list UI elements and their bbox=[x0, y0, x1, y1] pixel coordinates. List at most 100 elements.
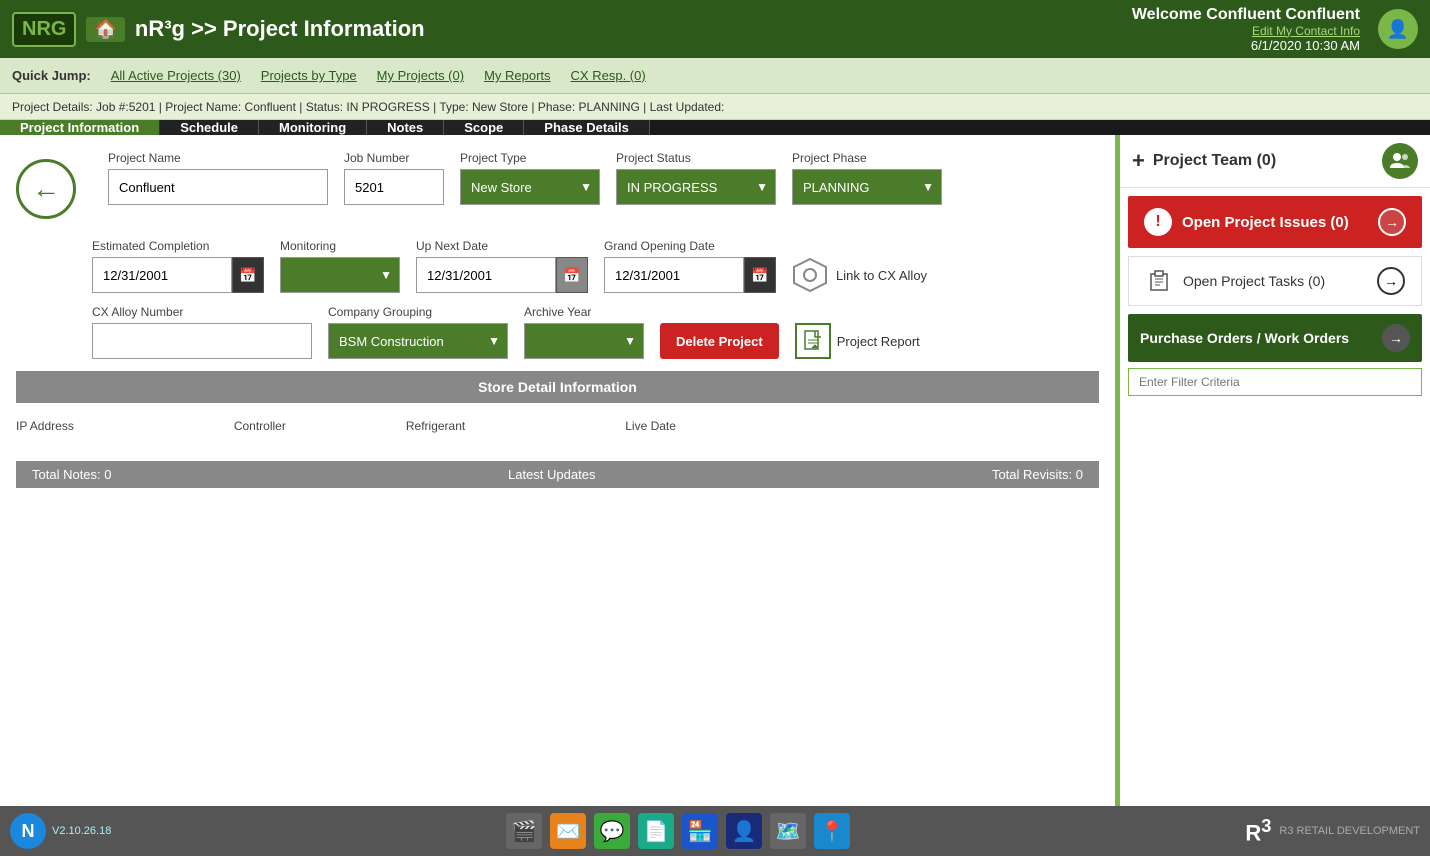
add-team-member-button[interactable]: + bbox=[1132, 148, 1145, 174]
up-next-date-label: Up Next Date bbox=[416, 239, 588, 253]
header-user-info: Welcome Confluent Confluent Edit My Cont… bbox=[1132, 6, 1360, 53]
project-name-input[interactable] bbox=[108, 169, 328, 205]
notes-bar: Total Notes: 0 Latest Updates Total Revi… bbox=[16, 461, 1099, 488]
nav-by-type[interactable]: Projects by Type bbox=[261, 68, 357, 83]
project-details-bar: Project Details: Job #:5201 | Project Na… bbox=[0, 94, 1430, 120]
project-status-group: Project Status IN PROGRESS COMPLETE ON H… bbox=[616, 151, 776, 205]
home-icon: 🏠 bbox=[94, 19, 116, 39]
project-phase-select[interactable]: PLANNING DESIGN CONSTRUCTION bbox=[792, 169, 942, 205]
po-header: Purchase Orders / Work Orders → bbox=[1128, 314, 1422, 362]
project-report-label: Project Report bbox=[837, 334, 920, 349]
project-report-icon bbox=[795, 323, 831, 359]
archive-year-select[interactable]: 2020 2021 bbox=[524, 323, 644, 359]
monitoring-select-wrapper: Option 1 ▼ bbox=[280, 257, 400, 293]
grand-opening-calendar-btn[interactable]: 📅 bbox=[744, 257, 776, 293]
tabs-container: Project Information Schedule Monitoring … bbox=[0, 120, 1430, 135]
issues-exclamation-icon: ! bbox=[1144, 208, 1172, 236]
project-status-select[interactable]: IN PROGRESS COMPLETE ON HOLD bbox=[616, 169, 776, 205]
estimated-completion-input[interactable] bbox=[92, 257, 232, 293]
controller-label: Controller bbox=[234, 419, 286, 433]
tab-project-information[interactable]: Project Information bbox=[0, 120, 160, 135]
retail-dev-label: R3 RETAIL DEVELOPMENT bbox=[1279, 825, 1420, 837]
monitoring-select[interactable]: Option 1 bbox=[280, 257, 400, 293]
up-next-date-input[interactable] bbox=[416, 257, 556, 293]
po-arrow-icon[interactable]: → bbox=[1382, 324, 1410, 352]
content-area: ← Project Name Job Number Project Type N… bbox=[0, 135, 1430, 806]
tab-phase-details[interactable]: Phase Details bbox=[524, 120, 650, 135]
nav-all-active[interactable]: All Active Projects (30) bbox=[111, 68, 241, 83]
open-project-issues-button[interactable]: ! Open Project Issues (0) → bbox=[1128, 196, 1422, 248]
tab-label-project-information: Project Information bbox=[20, 120, 139, 135]
taskbar-icon-document[interactable]: 📄 bbox=[638, 813, 674, 849]
tasks-clipboard-icon bbox=[1145, 267, 1173, 295]
store-detail-row: IP Address Controller Refrigerant Live D… bbox=[16, 411, 1099, 441]
datetime: 6/1/2020 10:30 AM bbox=[1132, 38, 1360, 53]
taskbar-icon-store[interactable]: 🏪 bbox=[682, 813, 718, 849]
project-details-text: Project Details: Job #:5201 | Project Na… bbox=[12, 100, 724, 114]
nav-cx-resp[interactable]: CX Resp. (0) bbox=[571, 68, 646, 83]
po-label: Purchase Orders / Work Orders bbox=[1140, 330, 1349, 346]
form-row-1: ← Project Name Job Number Project Type N… bbox=[16, 151, 1099, 227]
archive-year-label: Archive Year bbox=[524, 305, 644, 319]
job-number-input[interactable] bbox=[344, 169, 444, 205]
taskbar-right: R3 R3 RETAIL DEVELOPMENT bbox=[1245, 815, 1420, 846]
open-project-issues-label: Open Project Issues (0) bbox=[1182, 214, 1368, 231]
delete-project-button[interactable]: Delete Project bbox=[660, 323, 779, 359]
taskbar-icon-chat[interactable]: 💬 bbox=[594, 813, 630, 849]
taskbar-icon-location[interactable]: 📍 bbox=[814, 813, 850, 849]
project-type-select-wrapper: New Store Remodel Service ▼ bbox=[460, 169, 600, 205]
link-cx-alloy-label: Link to CX Alloy bbox=[836, 268, 927, 283]
app-header: NRG 🏠 nR³g >> Project Information Welcom… bbox=[0, 0, 1430, 58]
tab-label-schedule: Schedule bbox=[180, 120, 238, 135]
company-grouping-select[interactable]: BSM Construction Other bbox=[328, 323, 508, 359]
cx-alloy-number-input[interactable] bbox=[92, 323, 312, 359]
grand-opening-date-wrapper: 📅 bbox=[604, 257, 776, 293]
tab-monitoring[interactable]: Monitoring bbox=[259, 120, 367, 135]
project-phase-select-wrapper: PLANNING DESIGN CONSTRUCTION ▼ bbox=[792, 169, 942, 205]
link-cx-alloy-btn[interactable]: Link to CX Alloy bbox=[792, 257, 927, 293]
nav-my-projects[interactable]: My Projects (0) bbox=[377, 68, 464, 83]
taskbar-icon-user[interactable]: 👤 bbox=[726, 813, 762, 849]
home-icon-btn[interactable]: 🏠 bbox=[86, 17, 124, 42]
issues-arrow-icon: → bbox=[1378, 208, 1406, 236]
archive-year-select-wrapper: 2020 2021 ▼ bbox=[524, 323, 644, 359]
right-panel: + Project Team (0) ! Open Project Issues… bbox=[1120, 135, 1430, 806]
tab-scope[interactable]: Scope bbox=[444, 120, 524, 135]
form-row-2: Estimated Completion 📅 Monitoring Option… bbox=[92, 239, 1099, 293]
report-svg-icon bbox=[802, 330, 824, 352]
project-name-group: Project Name bbox=[108, 151, 328, 205]
form-row-3: CX Alloy Number Company Grouping BSM Con… bbox=[92, 305, 1099, 359]
up-next-date-calendar-btn[interactable]: 📅 bbox=[556, 257, 588, 293]
tab-notes[interactable]: Notes bbox=[367, 120, 444, 135]
nav-my-reports[interactable]: My Reports bbox=[484, 68, 550, 83]
project-status-label: Project Status bbox=[616, 151, 776, 165]
estimated-completion-calendar-btn[interactable]: 📅 bbox=[232, 257, 264, 293]
grand-opening-input[interactable] bbox=[604, 257, 744, 293]
project-report-btn[interactable]: Project Report bbox=[795, 323, 920, 359]
header-left: NRG 🏠 nR³g >> Project Information bbox=[12, 12, 425, 47]
total-revisits: Total Revisits: 0 bbox=[992, 467, 1083, 482]
project-team-label: Project Team (0) bbox=[1153, 152, 1374, 170]
total-notes: Total Notes: 0 bbox=[32, 467, 112, 482]
po-filter-input[interactable] bbox=[1128, 368, 1422, 396]
project-name-label: Project Name bbox=[108, 151, 328, 165]
tabs-bar: Project Information Schedule Monitoring … bbox=[0, 120, 1430, 135]
tasks-icon-svg bbox=[1148, 270, 1170, 292]
edit-contact-link[interactable]: Edit My Contact Info bbox=[1132, 24, 1360, 38]
company-grouping-select-wrapper: BSM Construction Other ▼ bbox=[328, 323, 508, 359]
taskbar-icon-email[interactable]: ✉️ bbox=[550, 813, 586, 849]
estimated-completion-date-wrapper: 📅 bbox=[92, 257, 264, 293]
back-button[interactable]: ← bbox=[16, 159, 76, 219]
project-type-select[interactable]: New Store Remodel Service bbox=[460, 169, 600, 205]
open-project-tasks-button[interactable]: Open Project Tasks (0) → bbox=[1128, 256, 1422, 306]
header-right: Welcome Confluent Confluent Edit My Cont… bbox=[1132, 6, 1418, 53]
tab-label-monitoring: Monitoring bbox=[279, 120, 346, 135]
main-layout: Project Information Schedule Monitoring … bbox=[0, 120, 1430, 806]
taskbar-icon-film[interactable]: 🎬 bbox=[506, 813, 542, 849]
avatar: 👤 bbox=[1378, 9, 1418, 49]
tab-label-notes: Notes bbox=[387, 120, 423, 135]
ip-address-label: IP Address bbox=[16, 419, 74, 433]
project-type-group: Project Type New Store Remodel Service ▼ bbox=[460, 151, 600, 205]
tab-schedule[interactable]: Schedule bbox=[160, 120, 259, 135]
taskbar-icon-map[interactable]: 🗺️ bbox=[770, 813, 806, 849]
